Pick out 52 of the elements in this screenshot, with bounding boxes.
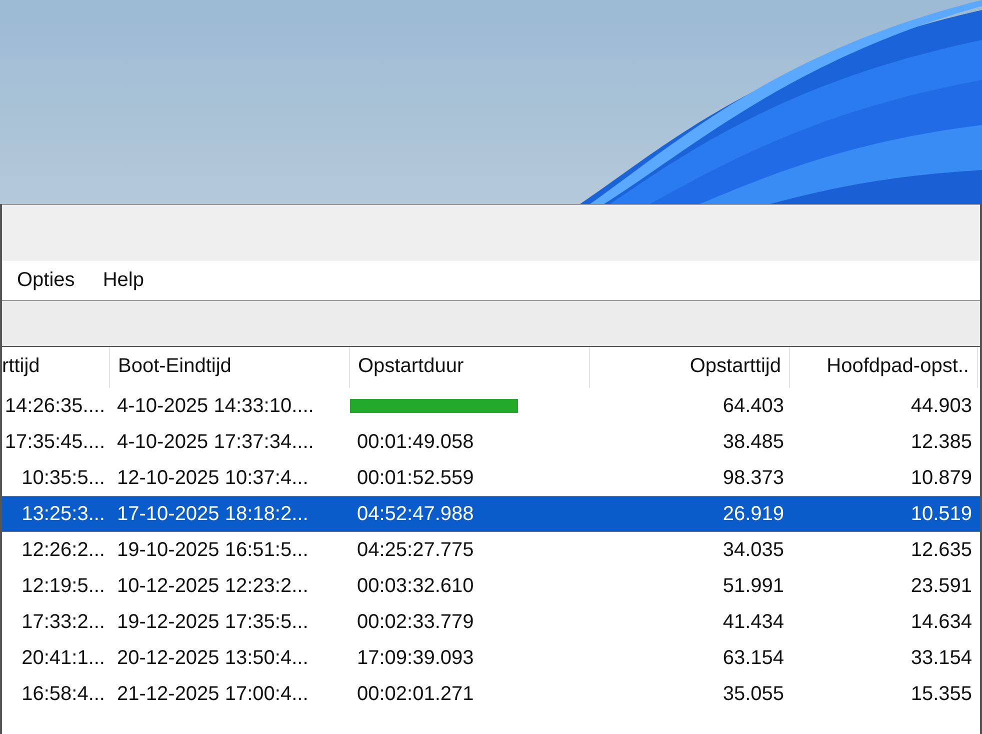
- table-cell: 17-10-2025 18:18:2...: [117, 502, 308, 526]
- table-cell: 13:25:3...: [22, 502, 105, 526]
- table-cell: 23.591: [910, 574, 972, 598]
- table-cell: 12-10-2025 10:37:4...: [117, 466, 308, 490]
- table-cell: 51.991: [722, 574, 784, 598]
- menu-item[interactable]: Help: [102, 269, 144, 292]
- table-cell: 12:19:5...: [22, 574, 105, 598]
- table-cell: 16:58:4...: [22, 682, 105, 706]
- table-cell: 20:41:1...: [22, 646, 105, 670]
- table-cell: 21-12-2025 17:00:4...: [117, 682, 308, 706]
- table-cell: 44.903: [910, 394, 972, 418]
- column-header[interactable]: Opstarttijd: [590, 347, 790, 388]
- table-cell: 64.403: [722, 394, 784, 418]
- menu-item[interactable]: Opties: [17, 269, 75, 292]
- table-cell: 04:25:27.775: [357, 538, 474, 562]
- table-cell: 41.434: [722, 610, 784, 634]
- table-cell: 35.055: [722, 682, 784, 706]
- column-header[interactable]: Hoofdpad-opst..: [790, 347, 978, 388]
- column-header[interactable]: Boot-Eindtijd: [110, 347, 350, 388]
- table-cell: 33.154: [910, 646, 972, 670]
- column-header[interactable]: Opstartduur: [350, 347, 590, 388]
- table-cell: 17:09:39.093: [357, 646, 474, 670]
- table-cell: 17:35:45....: [4, 430, 105, 454]
- table-cell: 4-10-2025 14:33:10....: [117, 394, 314, 418]
- table-cell: 10.879: [910, 466, 972, 490]
- table-cell: 00:03:32.610: [357, 574, 474, 598]
- table-cell: 34.035: [722, 538, 784, 562]
- table-cell: 14:26:35....: [4, 394, 105, 418]
- table-cell: 14.634: [910, 610, 972, 634]
- table-cell: 98.373: [722, 466, 784, 490]
- selected-row[interactable]: 13:25:3... 17-10-2025 18:18:2... 04:52:47.988 26.919 10.519: [2, 496, 980, 532]
- table-cell: 04:52:47.988: [357, 502, 474, 526]
- table-cell: 19-10-2025 16:51:5...: [117, 538, 308, 562]
- table-cell: 20-12-2025 13:50:4...: [117, 646, 308, 670]
- table-cell: 19-12-2025 17:35:5...: [117, 610, 308, 634]
- table-cell: 17:33:2...: [22, 610, 105, 634]
- table-cell: 10:35:5...: [22, 466, 105, 490]
- table-cell: 00:02:33.779: [357, 610, 474, 634]
- table-cell: 12:26:2...: [22, 538, 105, 562]
- table-cell: 26.919: [722, 502, 784, 526]
- table-cell: 00:01:49.058: [357, 430, 474, 454]
- table-cell: 15.355: [910, 682, 972, 706]
- table-cell: 38.485: [722, 430, 784, 454]
- table-cell: 00:01:52.559: [357, 466, 474, 490]
- table-cell: 12.385: [910, 430, 972, 454]
- table-cell: 12.635: [910, 538, 972, 562]
- table-cell: 10.519: [910, 502, 972, 526]
- table-cell: 4-10-2025 17:37:34....: [117, 430, 314, 454]
- table-cell: 10-12-2025 12:23:2...: [117, 574, 308, 598]
- table-cell: 00:02:01.271: [357, 682, 474, 706]
- table-cell: 63.154: [722, 646, 784, 670]
- column-header[interactable]: rttijd: [2, 347, 110, 388]
